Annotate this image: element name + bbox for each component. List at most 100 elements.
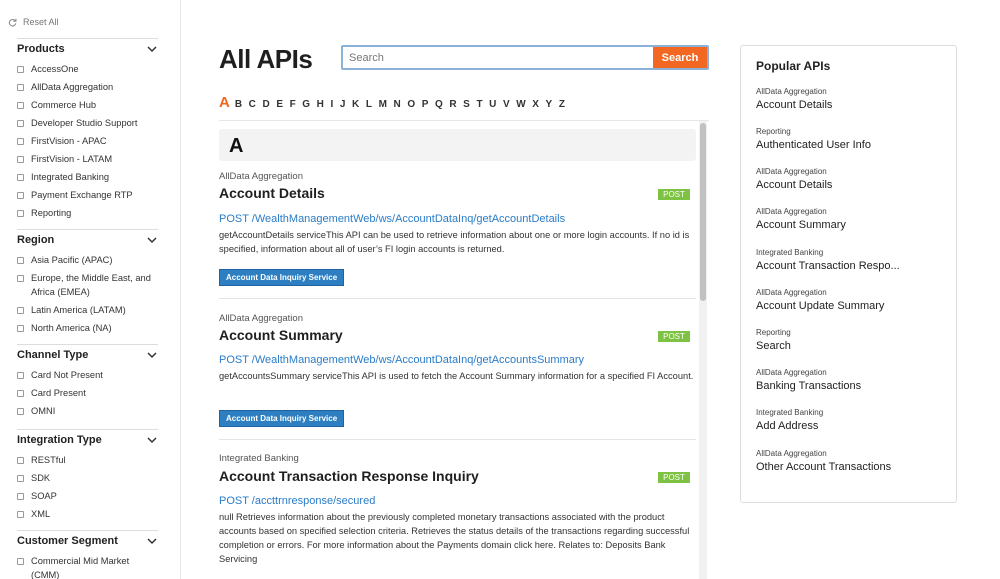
checkbox[interactable] xyxy=(17,119,24,127)
checkbox[interactable] xyxy=(17,557,24,565)
popular-api-name[interactable]: Account Update Summary xyxy=(756,300,946,312)
facet-option[interactable]: FirstVision - LATAM xyxy=(17,152,158,166)
facet-header-channel-type[interactable]: Channel Type xyxy=(17,344,158,364)
api-result-card[interactable]: AllData Aggregation Account Details POST… xyxy=(219,169,696,299)
popular-api-name[interactable]: Authenticated User Info xyxy=(756,139,946,151)
popular-api-item[interactable]: AllData Aggregation Other Account Transac… xyxy=(756,449,946,473)
api-title[interactable]: Account Transaction Response Inquiry xyxy=(219,468,479,484)
checkbox[interactable] xyxy=(17,510,24,518)
facet-header-products[interactable]: Products xyxy=(17,38,158,58)
alphabet-letter-d[interactable]: D xyxy=(263,99,270,110)
search-input[interactable] xyxy=(343,47,653,68)
checkbox[interactable] xyxy=(17,306,24,314)
checkbox[interactable] xyxy=(17,83,24,91)
facet-option[interactable]: SOAP xyxy=(17,489,158,503)
checkbox[interactable] xyxy=(17,65,24,73)
api-result-card[interactable]: Integrated Banking Account Transaction R… xyxy=(219,440,696,579)
facet-option[interactable]: RESTful xyxy=(17,453,158,467)
popular-api-item[interactable]: AllData Aggregation Account Details xyxy=(756,87,946,111)
alphabet-letter-m[interactable]: M xyxy=(379,99,387,110)
alphabet-letter-u[interactable]: U xyxy=(489,99,496,110)
popular-api-name[interactable]: Account Transaction Respo... xyxy=(756,260,946,272)
alphabet-letter-x[interactable]: X xyxy=(532,99,539,110)
facet-option[interactable]: XML xyxy=(17,507,158,521)
facet-header-integration-type[interactable]: Integration Type xyxy=(17,429,158,449)
api-path-link[interactable]: POST /accttrnresponse/secured xyxy=(219,495,375,507)
search-button[interactable]: Search xyxy=(653,47,707,68)
checkbox[interactable] xyxy=(17,456,24,464)
popular-api-item[interactable]: Integrated Banking Add Address xyxy=(756,408,946,432)
popular-api-name[interactable]: Add Address xyxy=(756,420,946,432)
popular-api-item[interactable]: AllData Aggregation Account Summary xyxy=(756,207,946,231)
service-tag-button[interactable]: Account Data Inquiry Service xyxy=(219,410,345,427)
alphabet-letter-q[interactable]: Q xyxy=(435,99,443,110)
alphabet-letter-y[interactable]: Y xyxy=(546,99,553,110)
chevron-down-icon[interactable] xyxy=(146,434,158,446)
popular-api-item[interactable]: AllData Aggregation Banking Transactions xyxy=(756,368,946,392)
alphabet-letter-p[interactable]: P xyxy=(422,99,429,110)
api-result-card[interactable]: AllData Aggregation Account Summary POST… xyxy=(219,299,696,440)
api-path-link[interactable]: POST /WealthManagementWeb/ws/AccountData… xyxy=(219,354,584,366)
alphabet-letter-b[interactable]: B xyxy=(235,99,242,110)
popular-api-name[interactable]: Other Account Transactions xyxy=(756,461,946,473)
alphabet-letter-f[interactable]: F xyxy=(290,99,296,110)
alphabet-letter-z[interactable]: Z xyxy=(559,99,565,110)
facet-option[interactable]: Commerce Hub xyxy=(17,98,158,112)
checkbox[interactable] xyxy=(17,101,24,109)
facet-option[interactable]: AllData Aggregation xyxy=(17,80,158,94)
alphabet-letter-a[interactable]: A xyxy=(219,94,230,111)
facet-option[interactable]: Europe, the Middle East, and Africa (EME… xyxy=(17,271,158,299)
facet-option[interactable]: Integrated Banking xyxy=(17,170,158,184)
scrollbar-thumb[interactable] xyxy=(700,123,706,301)
facet-option[interactable]: Developer Studio Support xyxy=(17,116,158,130)
facet-option[interactable]: SDK xyxy=(17,471,158,485)
chevron-down-icon[interactable] xyxy=(146,349,158,361)
popular-api-name[interactable]: Banking Transactions xyxy=(756,380,946,392)
service-tag-button[interactable]: Account Data Inquiry Service xyxy=(219,269,345,286)
chevron-down-icon[interactable] xyxy=(146,535,158,547)
alphabet-letter-j[interactable]: J xyxy=(340,99,346,110)
results-scrollbar[interactable] xyxy=(699,121,707,579)
api-path-link[interactable]: POST /WealthManagementWeb/ws/AccountData… xyxy=(219,213,565,225)
popular-api-name[interactable]: Account Details xyxy=(756,99,946,111)
chevron-down-icon[interactable] xyxy=(146,234,158,246)
facet-option[interactable]: Card Not Present xyxy=(17,368,158,382)
api-title[interactable]: Account Details xyxy=(219,185,325,201)
alphabet-letter-t[interactable]: T xyxy=(476,99,482,110)
popular-api-item[interactable]: AllData Aggregation Account Details xyxy=(756,167,946,191)
facet-option[interactable]: OMNI xyxy=(17,404,158,418)
alphabet-letter-o[interactable]: O xyxy=(407,99,415,110)
chevron-down-icon[interactable] xyxy=(146,43,158,55)
alphabet-letter-w[interactable]: W xyxy=(516,99,525,110)
checkbox[interactable] xyxy=(17,173,24,181)
checkbox[interactable] xyxy=(17,324,24,332)
checkbox[interactable] xyxy=(17,492,24,500)
alphabet-letter-k[interactable]: K xyxy=(352,99,359,110)
alphabet-letter-s[interactable]: S xyxy=(463,99,470,110)
popular-api-item[interactable]: Reporting Authenticated User Info xyxy=(756,127,946,151)
checkbox[interactable] xyxy=(17,274,24,282)
checkbox[interactable] xyxy=(17,474,24,482)
alphabet-letter-c[interactable]: C xyxy=(249,99,256,110)
facet-header-customer-segment[interactable]: Customer Segment xyxy=(17,530,158,550)
facet-option[interactable]: Commercial Mid Market (CMM) xyxy=(17,554,158,579)
alphabet-letter-h[interactable]: H xyxy=(317,99,324,110)
checkbox[interactable] xyxy=(17,155,24,163)
alphabet-letter-l[interactable]: L xyxy=(366,99,372,110)
checkbox[interactable] xyxy=(17,371,24,379)
checkbox[interactable] xyxy=(17,389,24,397)
api-title[interactable]: Account Summary xyxy=(219,327,343,343)
facet-option[interactable]: North America (NA) xyxy=(17,321,158,335)
alphabet-letter-i[interactable]: I xyxy=(331,99,334,110)
reset-all-link[interactable]: Reset All xyxy=(8,17,59,27)
checkbox[interactable] xyxy=(17,137,24,145)
facet-option[interactable]: Card Present xyxy=(17,386,158,400)
popular-api-item[interactable]: AllData Aggregation Account Update Summar… xyxy=(756,288,946,312)
checkbox[interactable] xyxy=(17,209,24,217)
checkbox[interactable] xyxy=(17,256,24,264)
facet-option[interactable]: Reporting xyxy=(17,206,158,220)
popular-api-name[interactable]: Account Summary xyxy=(756,219,946,231)
popular-api-name[interactable]: Search xyxy=(756,340,946,352)
alphabet-letter-r[interactable]: R xyxy=(449,99,456,110)
facet-option[interactable]: AccessOne xyxy=(17,62,158,76)
